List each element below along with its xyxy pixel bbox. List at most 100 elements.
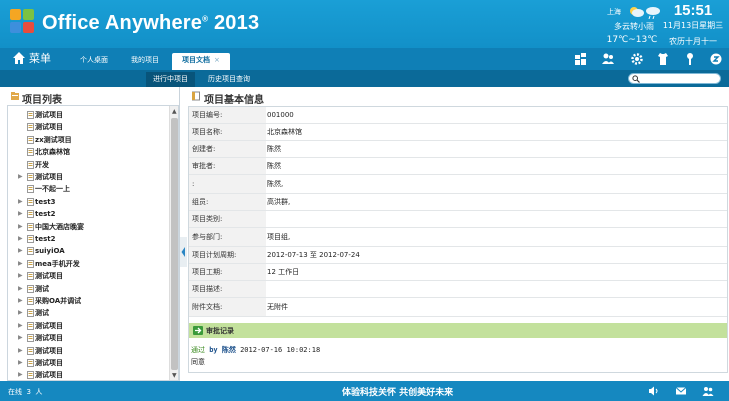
tree-item[interactable]: ▶ 测试项目 [8,171,168,183]
tree-item[interactable]: 北京森林馆 [8,146,168,158]
expand-icon[interactable]: ▶ [18,245,23,257]
tree-item[interactable]: ▶ 测试项目 [8,332,168,344]
expand-icon[interactable]: ▶ [18,233,23,245]
search-input[interactable] [628,73,721,84]
project-info-form: 项目编号: 001000 项目名称: 北京森林馆 创建者: 陈然 审批者: 陈然: 陈然, 组员:… [188,106,728,373]
project-info-panel: 项目基本信息 项目编号: 001000 项目名称: 北京森林馆 创建者: 陈然 审批者: 陈然… [187,87,729,381]
tree-item[interactable]: ▶ 测试项目 [8,369,168,380]
project-icon [27,123,34,132]
approval-status: 通过 [191,346,205,354]
project-icon [27,210,34,219]
online-users[interactable]: 在线 3 人 [8,387,42,397]
field-value: 项目组, [267,233,291,241]
tab-project-docs[interactable]: 项目文档 × [172,53,230,70]
expand-icon[interactable]: ▶ [18,171,23,183]
tree-item-label: 测试项目 [35,173,63,181]
expand-icon[interactable]: ▶ [18,357,23,369]
project-icon [27,111,34,119]
tree-item[interactable]: ▶ 测试项目 [8,357,168,369]
collapse-panel-icon[interactable] [180,237,187,267]
field-value: 2012-07-13 至 2012-07-24 [267,251,360,259]
expand-icon[interactable]: ▶ [18,221,23,233]
tree-item[interactable]: ▶ test3 [8,196,168,208]
scroll-down-icon[interactable]: ▼ [172,372,177,379]
subtab-history-query[interactable]: 历史项目查询 [201,72,257,87]
field-value: 陈然 [267,162,281,170]
search-icon [632,75,640,83]
tab-personal-desktop[interactable]: 个人桌面 [70,53,118,70]
form-row: : 陈然, [189,175,727,194]
sub-nav: 进行中项目 历史项目查询 [0,70,729,87]
project-icon [27,346,34,355]
mail-icon[interactable] [675,385,687,397]
expand-icon[interactable]: ▶ [18,307,23,319]
expand-icon[interactable]: ▶ [18,345,23,357]
project-info-title: 项目基本信息 [191,91,264,106]
tree-item[interactable]: ▶ 测试项目 [8,270,168,282]
tree-item[interactable]: ▶ mea手机开发 [8,258,168,270]
tree-item-label: 中国大酒店晚宴 [35,222,84,231]
tree-item[interactable]: ▶ 采购OA并调试 [8,295,168,307]
expand-icon[interactable]: ▶ [18,320,23,332]
project-tree: 测试项目 测试项目 zx测试项目 北京森林馆 开发 ▶ 测试项目 一不起一上 ▶ test3 ▶ te… [7,105,179,381]
app-title: Office Anywhere® 2013 [42,12,260,34]
volume-icon[interactable] [648,385,660,397]
close-tab-icon[interactable]: × [214,56,220,64]
tree-item-label: 测试项目 [35,334,63,343]
tree-item[interactable]: ▶ 测试 [8,283,168,295]
field-label: 参与部门: [189,228,266,246]
scroll-up-icon[interactable]: ▲ [172,108,177,115]
menu-button[interactable]: 菜单 [12,51,51,67]
project-icon [27,321,34,330]
scrollbar-thumb[interactable] [171,118,178,370]
tree-item[interactable]: ▶ 测试项目 [8,345,168,357]
tree-item[interactable]: 一不起一上 [8,183,168,195]
project-list-title: 项目列表 [10,91,62,106]
tree-item[interactable]: ▶ test2 [8,233,168,245]
expand-icon[interactable]: ▶ [18,295,23,307]
tree-item[interactable]: 测试项目 [8,109,168,121]
expand-icon[interactable]: ▶ [18,258,23,270]
tree-item-label: test2 [35,235,56,243]
project-icon [27,334,34,343]
tree-item[interactable]: ▶ test2 [8,208,168,220]
tab-my-projects[interactable]: 我的项目 [121,53,169,70]
form-row: 项目类别: [189,211,727,228]
subtab-active-projects[interactable]: 进行中项目 [146,72,195,87]
tree-item[interactable]: ▶ 测试 [8,307,168,319]
tree-item-label: 测试 [35,309,49,318]
expand-icon[interactable]: ▶ [18,283,23,295]
project-icon [27,297,34,305]
expand-icon[interactable]: ▶ [18,332,23,344]
tree-scrollbar[interactable]: ▲ ▼ [169,106,178,380]
cloud-rain-icon [630,7,660,19]
power-icon[interactable] [709,52,723,66]
field-value: 陈然, [267,180,284,188]
expand-icon[interactable]: ▶ [18,208,23,220]
tree-item[interactable]: 测试项目 [8,121,168,133]
expand-icon[interactable]: ▶ [18,369,23,380]
form-row: 项目工期: 12 工作日 [189,264,727,281]
contacts-icon[interactable] [702,385,714,397]
expand-icon[interactable]: ▶ [18,196,23,208]
office-logo-icon [10,9,36,35]
tree-item-label: 测试项目 [35,111,63,119]
menu-label: 菜单 [29,52,51,65]
tree-item[interactable]: 开发 [8,159,168,171]
form-row: 项目计划周期: 2012-07-13 至 2012-07-24 [189,247,727,264]
apps-icon[interactable] [574,52,588,66]
tree-item[interactable]: ▶ suiyiOA [8,245,168,257]
field-label: 审批者: [189,158,266,174]
tree-item[interactable]: zx测试项目 [8,134,168,146]
users-icon[interactable] [601,52,615,66]
project-icon [27,309,34,318]
tree-item[interactable]: ▶ 测试项目 [8,320,168,332]
footer-slogan: 体验科技关怀 共创美好未来 [342,388,454,398]
project-icon [27,284,34,293]
pin-icon[interactable] [683,52,697,66]
expand-icon[interactable]: ▶ [18,270,23,282]
tree-item[interactable]: ▶ 中国大酒店晚宴 [8,221,168,233]
shirt-icon[interactable] [656,52,670,66]
project-icon [27,247,34,256]
gear-icon[interactable] [630,52,644,66]
